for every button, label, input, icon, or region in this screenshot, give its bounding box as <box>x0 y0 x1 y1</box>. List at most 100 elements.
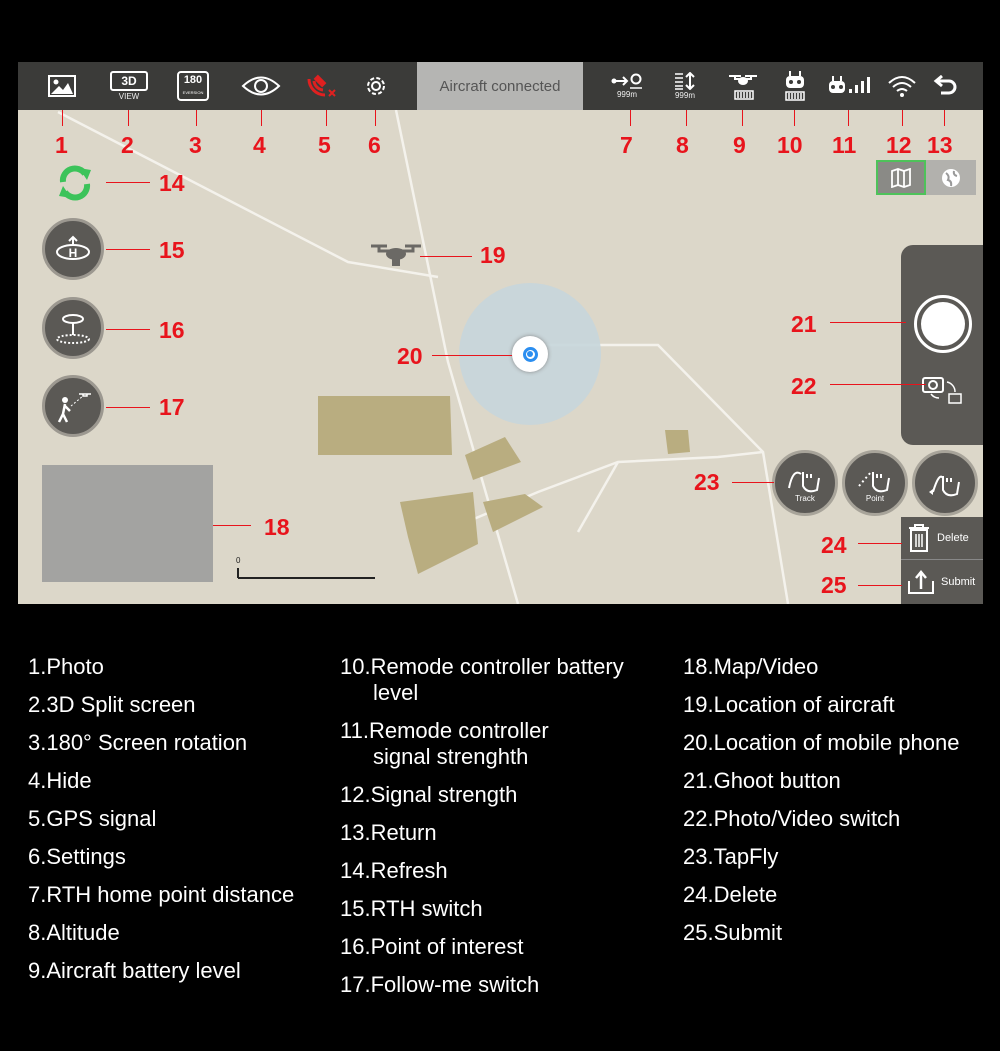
map-type-toggle[interactable] <box>876 160 976 195</box>
shoot-button[interactable] <box>914 295 972 353</box>
callout-20: 20 <box>397 343 423 369</box>
home-distance-icon <box>611 73 642 89</box>
settings-button[interactable] <box>361 62 391 110</box>
tapfly-direction-button[interactable] <box>912 450 978 516</box>
legend-item: 14.Refresh <box>340 858 448 883</box>
hide-button[interactable] <box>240 62 282 110</box>
callout-21: 21 <box>791 311 817 337</box>
callout-4: 4 <box>253 132 266 158</box>
legend-column-3: 18.Map/Video 19.Location of aircraft 20.… <box>683 648 959 952</box>
tapfly-point-button[interactable]: Point <box>842 450 908 516</box>
legend-item: 12.Signal strength <box>340 782 518 807</box>
legend-item: 17.Follow-me switch <box>340 972 540 997</box>
callout-18: 18 <box>264 514 290 540</box>
scale-zero: 0 <box>236 556 241 565</box>
gps-satellite-icon <box>307 74 336 97</box>
rotation-sub: EVERSION <box>182 90 204 95</box>
callout-12: 12 <box>886 132 912 158</box>
aircraft-battery-indicator <box>726 62 760 110</box>
rth-switch-button[interactable]: H <box>42 218 104 280</box>
controller-signal-icon <box>829 76 870 93</box>
callout-23: 23 <box>694 469 720 495</box>
photo-video-switch[interactable] <box>921 372 967 411</box>
map-video-window[interactable] <box>42 465 213 582</box>
legend-item-continued: signal strenghth <box>373 744 529 769</box>
drone-icon <box>371 244 421 266</box>
follow-me-icon <box>57 393 91 423</box>
legend-item: 23.TapFly <box>683 844 779 869</box>
point-of-interest-button[interactable] <box>42 297 104 359</box>
altitude-value: 999m <box>674 91 695 100</box>
track-gesture-icon <box>788 471 820 492</box>
callout-19: 19 <box>480 242 506 268</box>
delete-button[interactable]: Delete <box>901 517 983 560</box>
3d-view-icon: 3D <box>110 71 148 91</box>
submit-button[interactable]: Submit <box>901 560 983 603</box>
legend-item: 7.RTH home point distance <box>28 882 295 907</box>
view-label: VIEW <box>118 92 140 101</box>
rotation-label: 180 <box>183 74 203 86</box>
legend-item: 3.180° Screen rotation <box>28 730 248 755</box>
3d-split-screen-button[interactable]: 3D VIEW <box>108 62 150 110</box>
return-icon <box>933 75 957 95</box>
altitude-indicator: 999m <box>670 62 700 110</box>
legend-item: 9.Aircraft battery level <box>28 958 241 983</box>
track-label: Track <box>795 493 815 503</box>
callout-3: 3 <box>189 132 202 158</box>
return-button[interactable] <box>930 62 960 110</box>
legend-item: 6.Settings <box>28 844 126 869</box>
legend-column-2: 10.Remode controller battery level 11.Re… <box>340 648 624 1004</box>
camera-switch-icon <box>922 377 962 404</box>
top-toolbar: 3D VIEW 180 EVERSION Aircraft connected 9… <box>18 62 983 110</box>
screen-rotation-button[interactable]: 180 EVERSION <box>174 62 212 110</box>
callout-7: 7 <box>620 132 633 158</box>
callout-15: 15 <box>159 237 185 263</box>
callout-8: 8 <box>676 132 689 158</box>
callout-1: 1 <box>55 132 68 158</box>
controller-battery-icon <box>785 71 805 101</box>
refresh-icon <box>59 165 91 201</box>
rth-distance-indicator: 999m <box>610 62 644 110</box>
remote-signal-indicator <box>826 62 872 110</box>
legend-item: 20.Location of mobile phone <box>683 730 960 755</box>
photo-button[interactable] <box>46 62 78 110</box>
map-mode-button[interactable] <box>876 160 926 195</box>
gps-signal-indicator <box>304 62 340 110</box>
location-dot-icon <box>522 346 538 362</box>
legend-item: 13.Return <box>340 820 437 845</box>
delete-label: Delete <box>937 532 969 544</box>
legend-item: 16.Point of interest <box>340 934 524 959</box>
callout-6: 6 <box>368 132 381 158</box>
rth-icon: H <box>56 235 90 260</box>
callout-13: 13 <box>927 132 953 158</box>
map-icon <box>891 167 911 188</box>
callout-11: 11 <box>832 132 857 158</box>
submit-label: Submit <box>941 575 976 588</box>
legend-column-1: 1.Photo 2.3D Split screen 3.180° Screen … <box>28 648 294 990</box>
remote-battery-indicator <box>780 62 810 110</box>
legend-item: 8.Altitude <box>28 920 120 945</box>
rth-distance-value: 999m <box>616 90 637 99</box>
legend-item: 19.Location of aircraft <box>683 692 895 717</box>
photo-icon <box>48 75 76 97</box>
legend-item: 22.Photo/Video switch <box>683 806 901 831</box>
wifi-icon <box>888 76 916 97</box>
satellite-mode-button[interactable] <box>926 160 976 195</box>
drone-battery-icon <box>729 75 757 100</box>
follow-me-button[interactable] <box>42 375 104 437</box>
trash-icon <box>909 524 929 552</box>
callout-2: 2 <box>121 132 134 158</box>
callout-25: 25 <box>821 572 847 598</box>
wifi-signal-indicator <box>886 62 918 110</box>
callout-16: 16 <box>159 317 185 343</box>
legend-item: 4.Hide <box>28 768 92 793</box>
legend-item: 24.Delete <box>683 882 778 907</box>
refresh-button[interactable] <box>55 164 95 207</box>
callout-10: 10 <box>777 132 803 158</box>
legend-item: 2.3D Split screen <box>28 692 196 717</box>
tapfly-track-button[interactable]: Track <box>772 450 838 516</box>
callout-22: 22 <box>791 373 817 399</box>
3d-label: 3D <box>121 74 137 88</box>
poi-orbit-icon <box>56 314 90 344</box>
legend-item: 18.Map/Video <box>683 654 819 679</box>
